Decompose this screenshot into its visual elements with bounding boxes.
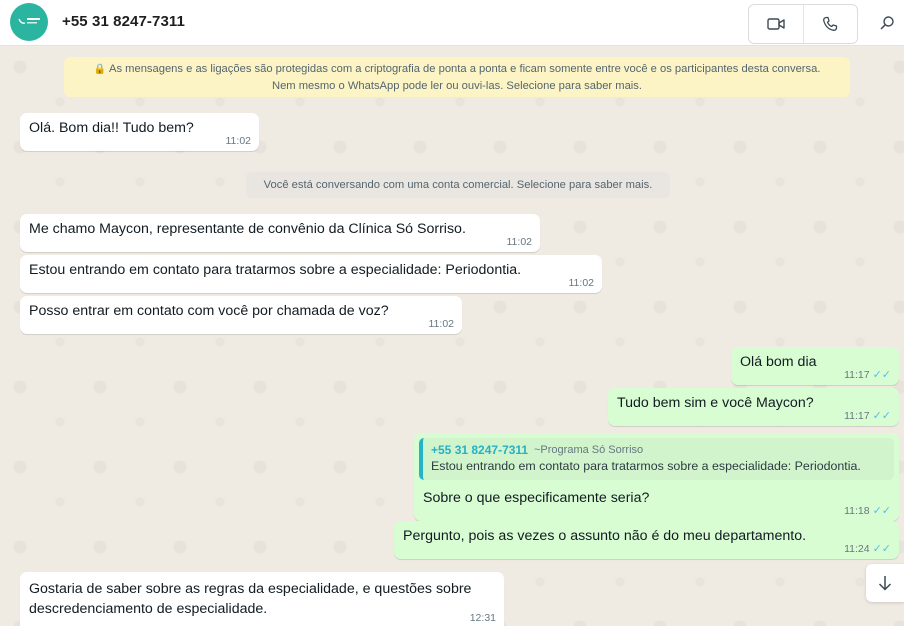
read-receipt-icon: ✓✓ bbox=[872, 369, 891, 381]
message-text: Pergunto, pois as vezes o assunto não é … bbox=[403, 528, 807, 544]
message-time: 11:17 ✓✓ bbox=[844, 410, 891, 422]
message-text: Olá bom dia bbox=[740, 354, 817, 370]
chat-area[interactable]: 🔒 As mensagens e as ligações são protegid… bbox=[0, 47, 904, 626]
message-bubble-incoming[interactable]: Me chamo Maycon, representante de convên… bbox=[20, 214, 540, 252]
contact-avatar[interactable] bbox=[10, 3, 48, 41]
lock-icon: 🔒 bbox=[93, 64, 106, 75]
video-camera-icon bbox=[767, 18, 785, 30]
message-bubble-outgoing[interactable]: Tudo bem sim e você Maycon? 11:17 ✓✓ bbox=[608, 388, 899, 426]
message-time: 11:02 bbox=[506, 236, 533, 248]
quoted-author-alias: ~Programa Só Sorriso bbox=[534, 444, 644, 456]
search-icon bbox=[880, 16, 894, 30]
video-call-button[interactable] bbox=[749, 5, 803, 43]
smile-logo-icon bbox=[18, 18, 40, 24]
scroll-to-bottom-button[interactable] bbox=[866, 564, 904, 602]
message-text: Tudo bem sim e você Maycon? bbox=[617, 395, 814, 411]
message-time: 11:18 ✓✓ bbox=[844, 505, 891, 517]
message-bubble-incoming[interactable]: Gostaria de saber sobre as regras da esp… bbox=[20, 572, 504, 626]
message-text: Gostaria de saber sobre as regras da esp… bbox=[29, 581, 472, 617]
quoted-message[interactable]: +55 31 8247-7311 ~Programa Só Sorriso Es… bbox=[419, 438, 894, 480]
message-bubble-outgoing[interactable]: Olá bom dia 11:17 ✓✓ bbox=[731, 347, 899, 385]
message-time: 11:02 bbox=[225, 135, 252, 147]
message-text: Olá. Bom dia!! Tudo bem? bbox=[29, 120, 194, 136]
quoted-author: +55 31 8247-7311 bbox=[431, 443, 529, 457]
message-text: Sobre o que especificamente seria? bbox=[423, 490, 650, 506]
chat-header: +55 31 8247-7311 bbox=[0, 0, 904, 46]
call-buttons-group bbox=[748, 4, 858, 44]
message-time: 11:02 bbox=[428, 318, 455, 330]
message-text: Posso entrar em contato com você por cha… bbox=[29, 303, 389, 319]
message-bubble-incoming[interactable]: Olá. Bom dia!! Tudo bem? 11:02 bbox=[20, 113, 259, 151]
message-time: 11:02 bbox=[568, 277, 595, 289]
message-bubble-incoming[interactable]: Posso entrar em contato com você por cha… bbox=[20, 296, 462, 334]
encryption-notice[interactable]: 🔒 As mensagens e as ligações são protegid… bbox=[64, 57, 850, 97]
message-bubble-incoming[interactable]: Estou entrando em contato para tratarmos… bbox=[20, 255, 602, 293]
message-text: Me chamo Maycon, representante de convên… bbox=[29, 221, 466, 237]
message-text: Estou entrando em contato para tratarmos… bbox=[29, 262, 522, 278]
read-receipt-icon: ✓✓ bbox=[872, 543, 891, 555]
encryption-line-1: As mensagens e as ligações são protegida… bbox=[109, 63, 821, 75]
voice-call-button[interactable] bbox=[802, 5, 858, 43]
arrow-down-icon bbox=[878, 576, 892, 591]
quoted-text: Estou entrando em contato para tratarmos… bbox=[431, 459, 861, 473]
message-bubble-outgoing-reply[interactable]: +55 31 8247-7311 ~Programa Só Sorriso Es… bbox=[414, 433, 899, 521]
business-account-notice[interactable]: Você está conversando com uma conta come… bbox=[246, 172, 670, 198]
message-bubble-outgoing[interactable]: Pergunto, pois as vezes o assunto não é … bbox=[394, 521, 899, 559]
search-button[interactable] bbox=[876, 12, 898, 34]
encryption-line-2: Nem mesmo o WhatsApp pode ler ou ouvi-la… bbox=[272, 80, 642, 92]
message-time: 11:24 ✓✓ bbox=[844, 543, 891, 555]
phone-icon bbox=[823, 16, 838, 31]
message-time: 11:17 ✓✓ bbox=[844, 369, 891, 381]
message-time: 12:31 bbox=[469, 612, 496, 624]
read-receipt-icon: ✓✓ bbox=[872, 505, 891, 517]
read-receipt-icon: ✓✓ bbox=[872, 410, 891, 422]
clinic-logo bbox=[16, 15, 42, 29]
contact-name[interactable]: +55 31 8247-7311 bbox=[62, 13, 185, 30]
